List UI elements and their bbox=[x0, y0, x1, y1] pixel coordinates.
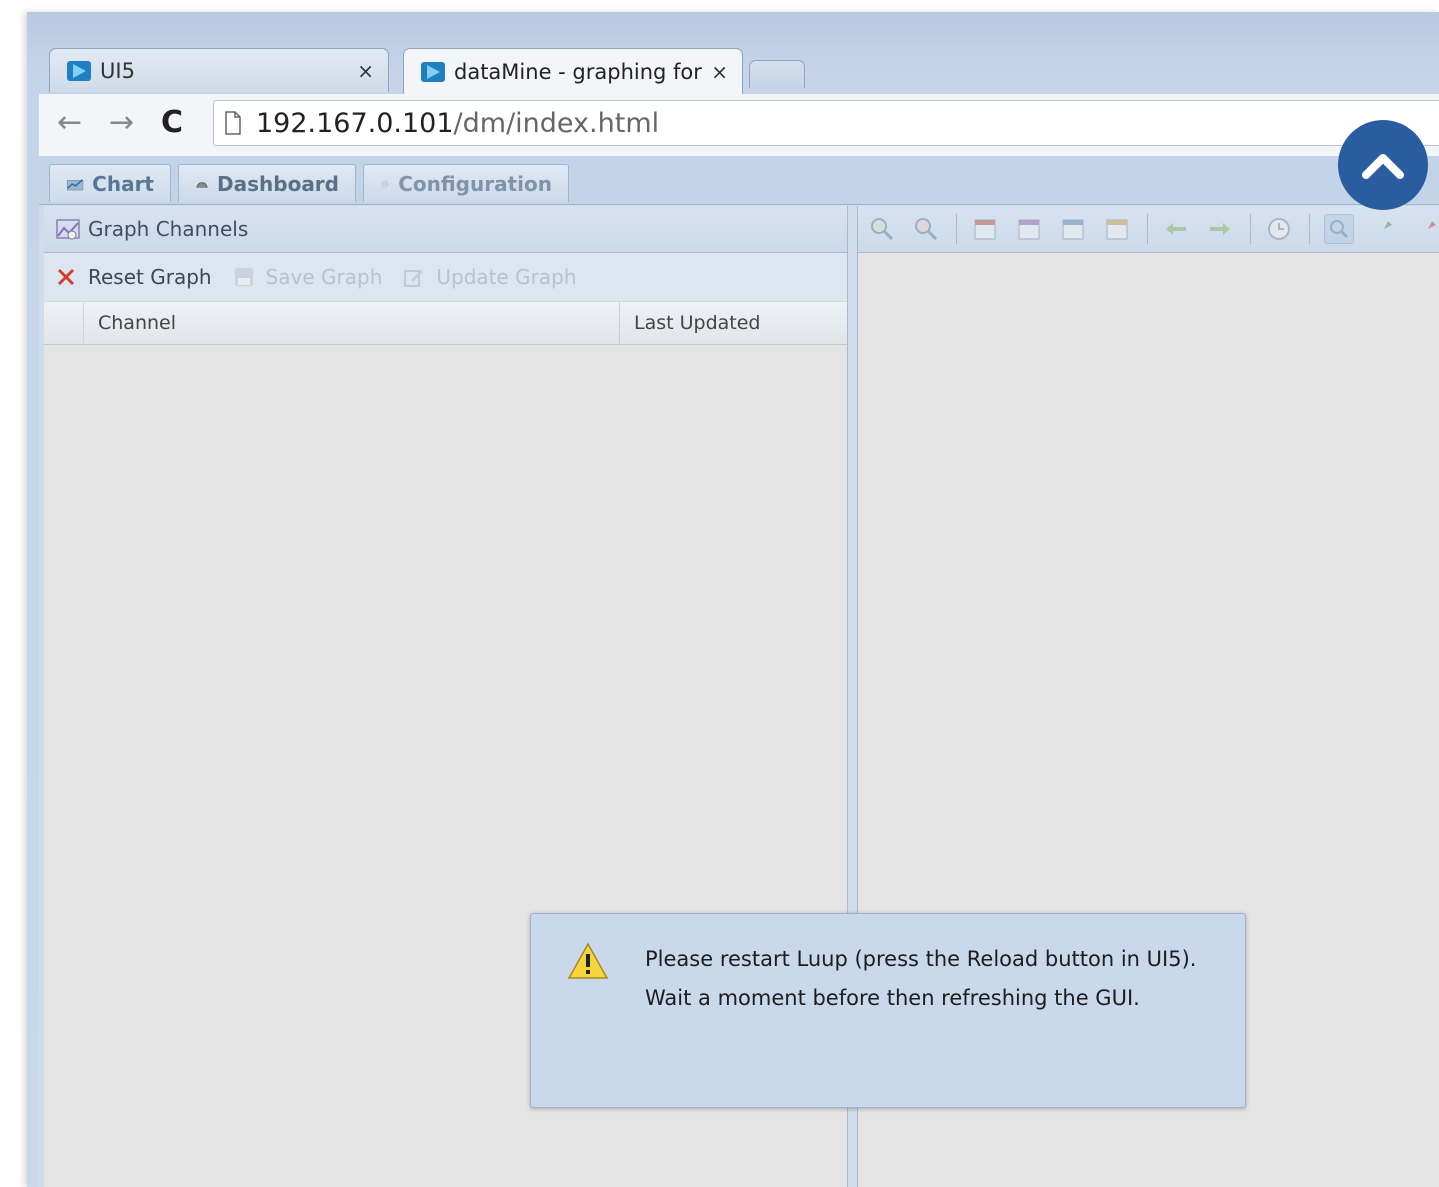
gear-icon bbox=[381, 180, 389, 187]
chart-toolbar bbox=[858, 206, 1439, 253]
tab-label: Chart bbox=[92, 171, 154, 196]
zoom-out-icon[interactable] bbox=[912, 215, 940, 243]
address-bar[interactable]: 192.167.0.101/dm/index.html bbox=[213, 100, 1439, 146]
vera-logo-icon bbox=[67, 60, 91, 81]
calendar-day-icon[interactable] bbox=[971, 215, 999, 243]
toolbar-separator bbox=[956, 214, 957, 244]
column-header-channel[interactable]: Channel bbox=[86, 302, 620, 344]
floppy-disk-icon bbox=[234, 268, 253, 286]
app-tab-bar: Chart Dashboard Configuration bbox=[39, 156, 1439, 205]
vera-logo-icon bbox=[421, 61, 445, 82]
dashboard-icon bbox=[196, 181, 208, 188]
tab-dashboard[interactable]: Dashboard bbox=[178, 164, 356, 202]
warning-icon bbox=[567, 942, 609, 979]
channels-toolbar: Reset Graph Save Graph Update Graph bbox=[44, 253, 847, 302]
toolbar-separator bbox=[1309, 214, 1310, 244]
arrow-left-icon[interactable] bbox=[1162, 215, 1190, 243]
scroll-to-top-button[interactable] bbox=[1338, 120, 1428, 210]
save-graph-button[interactable]: Save Graph bbox=[232, 265, 383, 289]
tab-chart[interactable]: Chart bbox=[49, 164, 171, 202]
column-header-last-updated[interactable]: Last Updated bbox=[622, 302, 847, 344]
browser-tab-datamine[interactable]: dataMine - graphing for V × bbox=[403, 48, 743, 94]
new-tab-button[interactable] bbox=[749, 60, 805, 88]
browser-tab-ui5[interactable]: UI5 × bbox=[49, 48, 389, 92]
dialog-message: Please restart Luup (press the Reload bu… bbox=[645, 947, 1197, 1010]
button-label: Reset Graph bbox=[88, 265, 212, 289]
tab-title: UI5 bbox=[100, 58, 135, 83]
url-host: 192.167.0.101 bbox=[256, 107, 454, 139]
back-arrow-icon[interactable]: ← bbox=[57, 108, 82, 138]
page-icon bbox=[225, 111, 241, 135]
pin-green-icon[interactable] bbox=[1370, 215, 1398, 243]
tab-title: dataMine - graphing for V bbox=[454, 59, 704, 84]
close-icon[interactable]: × bbox=[357, 59, 374, 83]
magnifier-icon[interactable] bbox=[1324, 214, 1354, 244]
chevron-up-icon bbox=[1362, 154, 1404, 179]
calendar-year-icon[interactable] bbox=[1103, 215, 1131, 243]
tab-label: Dashboard bbox=[217, 171, 339, 196]
pin-red-icon[interactable] bbox=[1414, 215, 1439, 243]
update-graph-button[interactable]: Update Graph bbox=[402, 265, 577, 289]
url-path: /dm/index.html bbox=[453, 107, 660, 139]
button-label: Update Graph bbox=[436, 265, 577, 289]
tab-label: Configuration bbox=[398, 171, 552, 196]
browser-toolbar: ← → C 192.167.0.101/dm/index.html bbox=[39, 94, 1439, 157]
message-dialog: Please restart Luup (press the Reload bu… bbox=[530, 913, 1246, 1108]
close-icon[interactable]: × bbox=[711, 60, 728, 84]
tab-configuration[interactable]: Configuration bbox=[363, 164, 569, 202]
panel-header: Graph Channels bbox=[44, 206, 847, 253]
grid-header: Channel Last Updated bbox=[44, 302, 847, 345]
red-x-icon bbox=[58, 269, 74, 285]
graph-channels-icon bbox=[56, 219, 80, 240]
zoom-in-icon[interactable] bbox=[868, 215, 896, 243]
edit-icon bbox=[404, 270, 424, 287]
panel-title: Graph Channels bbox=[88, 217, 249, 241]
toolbar-separator bbox=[1147, 214, 1148, 244]
clock-icon[interactable] bbox=[1265, 215, 1293, 243]
select-column-header[interactable] bbox=[44, 302, 84, 344]
reset-graph-button[interactable]: Reset Graph bbox=[54, 265, 212, 289]
toolbar-separator bbox=[1250, 214, 1251, 244]
forward-arrow-icon[interactable]: → bbox=[109, 108, 134, 138]
arrow-right-icon[interactable] bbox=[1206, 215, 1234, 243]
calendar-month-icon[interactable] bbox=[1059, 215, 1087, 243]
calendar-week-icon[interactable] bbox=[1015, 215, 1043, 243]
chart-icon bbox=[66, 178, 84, 190]
reload-icon[interactable]: C bbox=[161, 108, 183, 138]
button-label: Save Graph bbox=[265, 265, 383, 289]
tab-strip: UI5 × dataMine - graphing for V × bbox=[27, 12, 1439, 98]
